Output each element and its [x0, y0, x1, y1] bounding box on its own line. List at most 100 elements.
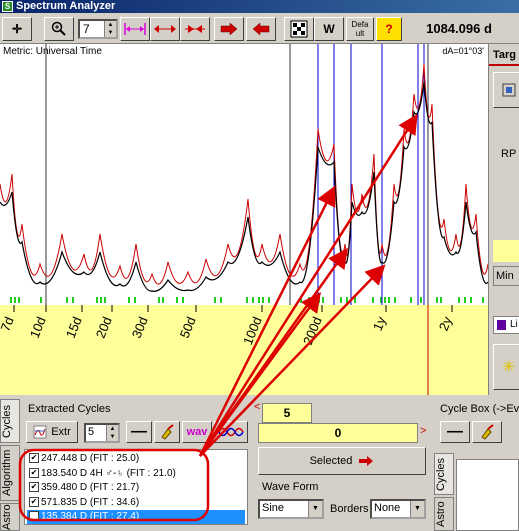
- expand-button[interactable]: [150, 17, 180, 41]
- zoom-level-value: 7: [83, 22, 90, 36]
- spinner-arrows-icon[interactable]: ▲ ▼: [104, 21, 116, 37]
- tab-astro[interactable]: Astro: [0, 503, 20, 531]
- offset-input[interactable]: 0: [258, 423, 418, 443]
- cycle-list-item-label: 571.835 D (FIT : 34.6): [41, 496, 140, 508]
- spectrum-line-marker: [346, 297, 348, 303]
- selection-count-input[interactable]: 5: [262, 403, 312, 423]
- spectrum-plot[interactable]: 7d 10d 15d 20d 30d 50d 100d 200d 1y 2y: [0, 44, 488, 395]
- next-arrow-icon[interactable]: >: [420, 425, 426, 437]
- spectrum-line-marker: [100, 297, 102, 303]
- target-tool-icon: [502, 83, 516, 97]
- wave-button[interactable]: wav: [182, 421, 212, 443]
- selected-button-label: Selected: [309, 455, 353, 467]
- spectrum-line-marker: [300, 297, 302, 303]
- zoom-level-spinner[interactable]: 7 ▲ ▼: [78, 19, 118, 39]
- cycle-box-remove-button[interactable]: —: [440, 421, 470, 443]
- cycle-count-arrows-icon[interactable]: ▲ ▼: [106, 425, 118, 441]
- arrow-left-icon: [252, 23, 270, 35]
- tab-cycles-label: Cycles: [1, 404, 13, 438]
- spectrum-chart[interactable]: 7d 10d 15d 20d 30d 50d 100d 200d 1y 2y Metric: Un…: [0, 44, 488, 395]
- arrow-right-icon: [220, 23, 238, 35]
- back-button[interactable]: [246, 17, 276, 41]
- line-color-select[interactable]: Li: [493, 316, 519, 334]
- min-field[interactable]: Min: [493, 266, 519, 286]
- cycle-checkbox[interactable]: ✔: [29, 467, 39, 478]
- cycle-checkbox[interactable]: ✔: [29, 453, 39, 463]
- cycle-count-spinner[interactable]: 5 ▲ ▼: [84, 423, 120, 443]
- compress-arrows-icon: [185, 25, 205, 33]
- borders-select[interactable]: None ▼: [370, 499, 426, 519]
- w-button[interactable]: W: [314, 17, 344, 41]
- chevron-down-icon: ▼: [308, 501, 322, 517]
- cycle-list-item[interactable]: ✔ 247.448 D (FIT : 25.0): [27, 452, 245, 466]
- spectrum-line-marker: [18, 297, 20, 303]
- cycle-checkbox[interactable]: ✔: [29, 496, 39, 507]
- clear-cycles-button[interactable]: [154, 421, 180, 443]
- tab-cycle-box-astro[interactable]: Astro: [434, 497, 454, 531]
- spectrum-line-marker: [162, 297, 164, 303]
- cycle-checkbox[interactable]: ✔: [29, 482, 39, 492]
- selected-button[interactable]: Selected: [258, 447, 426, 475]
- cycle-box-list[interactable]: [456, 459, 519, 531]
- spectrum-line-marker: [220, 297, 222, 303]
- extract-button[interactable]: Extr: [26, 421, 78, 443]
- tab-cycle-box-astro-label: Astro: [435, 501, 447, 527]
- cycle-list-item-label: 247.448 D (FIT : 25.0): [41, 453, 140, 464]
- crosshair-button[interactable]: ✛: [2, 17, 32, 41]
- cycle-box-clear-button[interactable]: [472, 421, 502, 443]
- compress-button[interactable]: [180, 17, 210, 41]
- tab-cycle-box-cycles-label: Cycles: [435, 457, 447, 491]
- minus-icon: —: [447, 423, 463, 440]
- period-readout: 1084.096 d: [426, 21, 492, 36]
- help-button[interactable]: ?: [376, 17, 402, 41]
- tab-target[interactable]: Targ: [489, 44, 519, 66]
- remove-cycle-button[interactable]: —: [126, 421, 152, 443]
- spectrum-line-marker: [252, 297, 254, 303]
- cycle-list-item-label: 359.480 D (FIT : 21.7): [41, 482, 140, 493]
- target-value-field[interactable]: [493, 240, 519, 262]
- cycle-list-item[interactable]: ✔ 571.835 D (FIT : 34.6): [27, 496, 245, 510]
- tab-algorithm[interactable]: Algorithm: [0, 445, 20, 501]
- spectrum-line-marker: [158, 297, 160, 303]
- minus-icon: —: [131, 423, 147, 440]
- target-button[interactable]: [493, 72, 519, 108]
- help-icon: ?: [385, 22, 393, 36]
- extract-button-label: Extr: [51, 426, 71, 438]
- tab-cycles[interactable]: Cycles: [0, 399, 20, 443]
- composite-wave-button[interactable]: [214, 421, 248, 443]
- spectrum-line-marker: [182, 297, 184, 303]
- spectrum-line-marker: [258, 297, 260, 303]
- extracted-cycles-list[interactable]: ✔ 247.448 D (FIT : 25.0) ✔ 183.540 D 4H ♂-♄…: [24, 449, 248, 525]
- default-button[interactable]: Defa ult: [346, 17, 374, 41]
- spectrum-line-marker: [372, 297, 374, 303]
- wave-form-title: Wave Form: [262, 481, 319, 493]
- range-marker-icon: [124, 23, 146, 35]
- cycle-checkbox[interactable]: ✔: [29, 511, 39, 521]
- w-button-label: W: [323, 22, 335, 36]
- tab-cycle-box-cycles[interactable]: Cycles: [434, 453, 454, 495]
- crosshair-icon: ✛: [11, 22, 23, 36]
- range-marker-button[interactable]: [120, 17, 150, 41]
- cycle-list-item-label: 135.384 D (FIT : 27.4): [41, 511, 140, 522]
- spectrum-line-marker: [72, 297, 74, 303]
- cycle-list-item-label: 183.540 D 4H ♂-♄ (FIT : 21.0): [41, 467, 176, 479]
- spectrum-line-marker: [354, 297, 356, 303]
- prev-arrow-icon[interactable]: <: [254, 401, 260, 413]
- extract-icon: [33, 425, 47, 439]
- cycle-list-item[interactable]: ✔ 183.540 D 4H ♂-♄ (FIT : 21.0): [27, 467, 245, 481]
- grid-button[interactable]: [284, 17, 314, 41]
- chevron-down-icon: ▼: [410, 501, 424, 517]
- spectrum-line-marker: [176, 297, 178, 303]
- spectrum-line-marker: [340, 297, 342, 303]
- wave-type-select[interactable]: Sine ▼: [258, 499, 324, 519]
- line-color-label: Li: [510, 319, 518, 330]
- cycle-list-item[interactable]: ✔ 135.384 D (FIT : 27.4): [27, 510, 245, 524]
- spectrum-line-marker: [40, 297, 42, 303]
- cycle-list-item[interactable]: ✔ 359.480 D (FIT : 21.7): [27, 481, 245, 495]
- spectrum-line-marker: [436, 297, 438, 303]
- wave-button-label: wav: [186, 426, 208, 438]
- zoom-button[interactable]: [44, 17, 74, 41]
- sun-button[interactable]: ✳: [493, 344, 519, 390]
- forward-button[interactable]: [214, 17, 244, 41]
- spectrum-line-marker: [214, 297, 216, 303]
